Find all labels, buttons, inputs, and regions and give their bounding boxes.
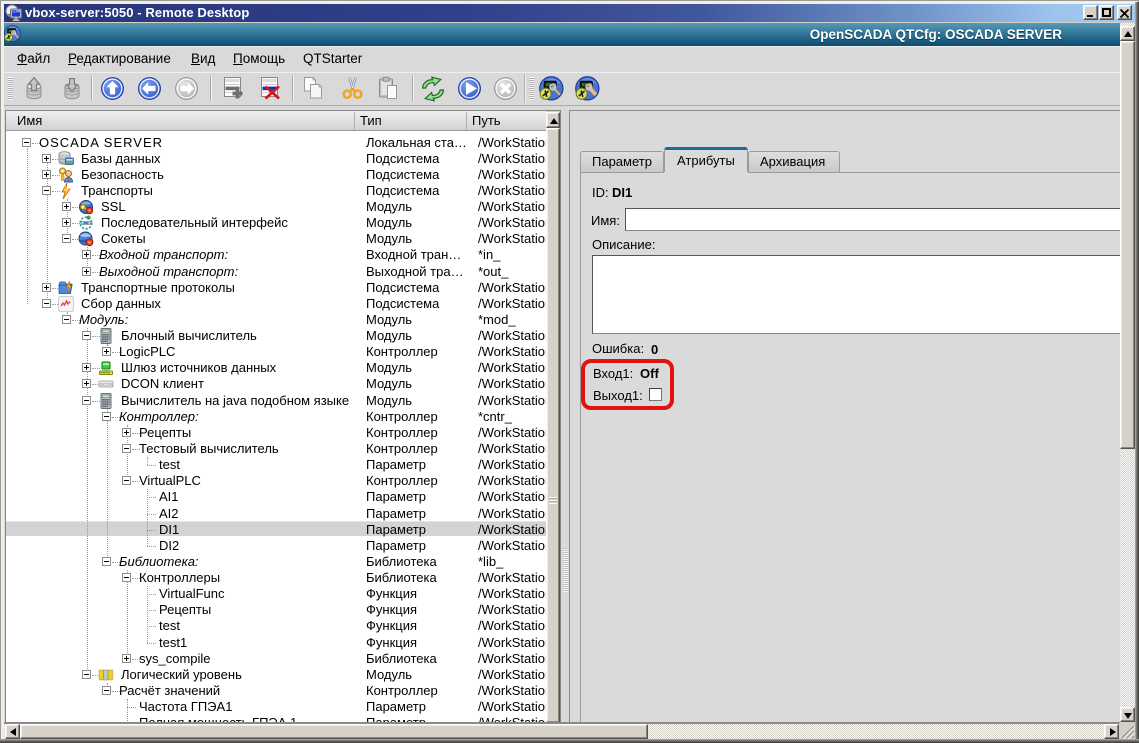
svg-text:DCON: DCON <box>100 382 113 387</box>
